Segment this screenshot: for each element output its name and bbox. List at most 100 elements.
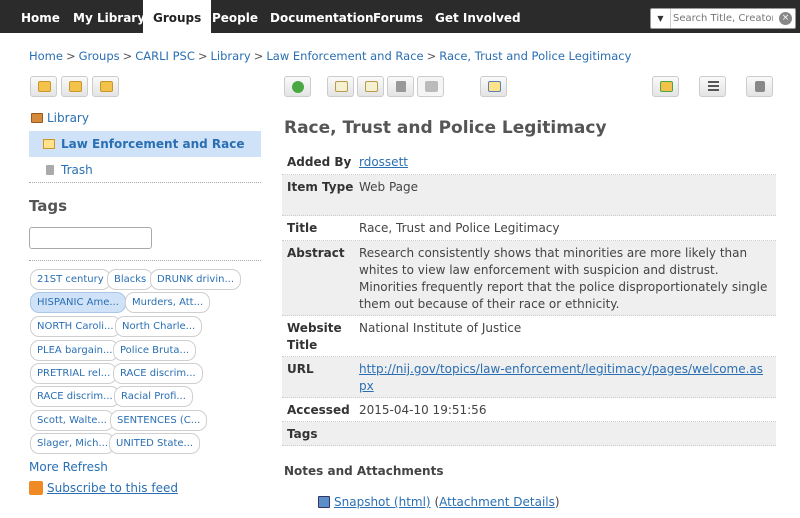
nav-get-involved[interactable]: Get Involved xyxy=(435,0,521,36)
field-row-added-by: Added By rdossett xyxy=(282,150,776,175)
top-nav: Home My Library Groups People Documentat… xyxy=(0,0,800,36)
library-tree: Library Law Enforcement and Race Trash xyxy=(29,105,261,183)
field-label: Added By xyxy=(287,155,352,169)
edit-item-button[interactable] xyxy=(480,76,507,97)
stats-button[interactable] xyxy=(746,76,773,97)
edit-icon xyxy=(488,81,501,92)
tag-item[interactable]: RACE discrim... xyxy=(30,386,120,407)
tree-item-library[interactable]: Library xyxy=(29,105,261,131)
tag-item[interactable]: SENTENCES (C... xyxy=(110,410,208,431)
search-input[interactable] xyxy=(673,10,773,27)
attachment-details-link[interactable]: Attachment Details xyxy=(439,495,555,509)
field-row-url: URL http://nij.gov/topics/law-enforcemen… xyxy=(282,357,776,398)
item-fields: Added By rdossett Item Type Web Page Tit… xyxy=(282,150,776,446)
field-label: Website Title xyxy=(287,321,342,352)
nav-people[interactable]: People xyxy=(212,0,258,36)
edit-collection-button[interactable] xyxy=(61,76,88,97)
clear-search-icon[interactable]: × xyxy=(779,12,792,25)
restore-icon xyxy=(425,81,438,92)
field-row-accessed: Accessed 2015-04-10 19:51:56 xyxy=(282,398,776,422)
breadcrumb-item[interactable]: Race, Trust and Police Legitimacy xyxy=(439,49,631,63)
add-to-collection-button[interactable] xyxy=(327,76,354,97)
tree-item-label: Library xyxy=(47,111,89,125)
new-item-button[interactable] xyxy=(284,76,311,97)
export-icon xyxy=(660,81,673,92)
snapshot-link[interactable]: Snapshot (html) xyxy=(334,495,431,509)
field-value: National Institute of Justice xyxy=(359,321,522,335)
field-row-website-title: Website Title National Institute of Just… xyxy=(282,316,776,357)
chart-icon xyxy=(755,81,765,92)
nav-home[interactable]: Home xyxy=(21,0,60,36)
search-box: ▼ × xyxy=(650,8,796,29)
field-row-abstract: Abstract Research consistently shows tha… xyxy=(282,241,776,316)
move-to-trash-button[interactable] xyxy=(387,76,414,97)
tag-item[interactable]: Scott, Walte... xyxy=(30,410,114,431)
tag-item[interactable]: Slager, Mich... xyxy=(30,433,116,454)
tree-item-trash[interactable]: Trash xyxy=(29,157,261,183)
rss-icon xyxy=(29,481,43,495)
field-label: Title xyxy=(287,221,318,235)
tag-item[interactable]: HISPANIC Ame... xyxy=(30,292,126,313)
nav-forums[interactable]: Forums xyxy=(373,0,423,36)
list-icon xyxy=(708,81,719,92)
item-title: Race, Trust and Police Legitimacy xyxy=(284,118,607,138)
added-by-link[interactable]: rdossett xyxy=(359,155,408,169)
field-value: 2015-04-10 19:51:56 xyxy=(359,403,487,417)
trash-icon xyxy=(46,165,54,175)
tag-item[interactable]: PRETRIAL rel... xyxy=(30,363,118,384)
remove-from-collection-icon xyxy=(365,81,378,92)
tag-item[interactable]: DRUNK drivin... xyxy=(150,269,241,290)
edit-folder-icon xyxy=(69,81,82,92)
tag-filter-input[interactable] xyxy=(29,227,152,249)
trash-icon xyxy=(396,81,406,92)
notes-heading: Notes and Attachments xyxy=(284,464,444,478)
tag-item[interactable]: 21ST century xyxy=(30,269,111,290)
breadcrumb-collection[interactable]: Law Enforcement and Race xyxy=(266,49,423,63)
restore-button[interactable] xyxy=(417,76,444,97)
export-button[interactable] xyxy=(652,76,679,97)
tag-item[interactable]: PLEA bargain... xyxy=(30,340,120,361)
tree-item-collection[interactable]: Law Enforcement and Race xyxy=(29,131,261,157)
more-tags-link[interactable]: More xyxy=(29,460,59,474)
breadcrumb: Home > Groups > CARLI PSC > Library > Law Enforc… xyxy=(29,49,632,63)
field-label: Item Type xyxy=(287,180,354,194)
folder-icon xyxy=(43,139,55,149)
tag-item[interactable]: UNITED State... xyxy=(109,433,201,454)
tag-item[interactable]: Murders, Att... xyxy=(125,292,211,313)
nav-documentation[interactable]: Documentation xyxy=(270,0,374,36)
url-link[interactable]: http://nij.gov/topics/law-enforcement/le… xyxy=(359,362,763,393)
tree-item-label: Law Enforcement and Race xyxy=(61,137,245,151)
tag-item[interactable]: Police Bruta... xyxy=(113,340,197,361)
tag-item[interactable]: RACE discrim... xyxy=(113,363,203,384)
subscribe-feed-link[interactable]: Subscribe to this feed xyxy=(47,481,178,495)
list-view-button[interactable] xyxy=(699,76,726,97)
field-label: Abstract xyxy=(287,246,345,260)
breadcrumb-group[interactable]: CARLI PSC xyxy=(135,49,195,63)
tag-item[interactable]: NORTH Caroli... xyxy=(30,316,121,337)
delete-collection-button[interactable] xyxy=(92,76,119,97)
tree-item-label: Trash xyxy=(61,163,93,177)
search-scope-dropdown[interactable]: ▼ xyxy=(651,9,671,28)
snapshot-icon xyxy=(318,496,330,508)
breadcrumb-library[interactable]: Library xyxy=(211,49,251,63)
tag-item[interactable]: Blacks xyxy=(107,269,154,290)
add-icon xyxy=(292,81,304,93)
delete-folder-icon xyxy=(100,81,113,92)
field-row-item-type: Item Type Web Page xyxy=(282,175,776,216)
divider xyxy=(29,182,261,183)
tags-heading: Tags xyxy=(29,197,68,215)
add-to-collection-icon xyxy=(335,81,348,92)
new-collection-button[interactable] xyxy=(30,76,57,97)
breadcrumb-home[interactable]: Home xyxy=(29,49,63,63)
divider xyxy=(29,260,261,261)
nav-groups[interactable]: Groups xyxy=(143,0,212,36)
breadcrumb-groups[interactable]: Groups xyxy=(79,49,120,63)
field-value: Race, Trust and Police Legitimacy xyxy=(359,221,560,235)
field-value: Web Page xyxy=(359,180,419,194)
field-label: Accessed xyxy=(287,403,350,417)
tag-item[interactable]: North Charle... xyxy=(115,316,203,337)
tag-item[interactable]: Racial Profi... xyxy=(114,386,193,407)
remove-from-collection-button[interactable] xyxy=(357,76,384,97)
refresh-tags-link[interactable]: Refresh xyxy=(63,460,108,474)
nav-my-library[interactable]: My Library xyxy=(73,0,145,36)
